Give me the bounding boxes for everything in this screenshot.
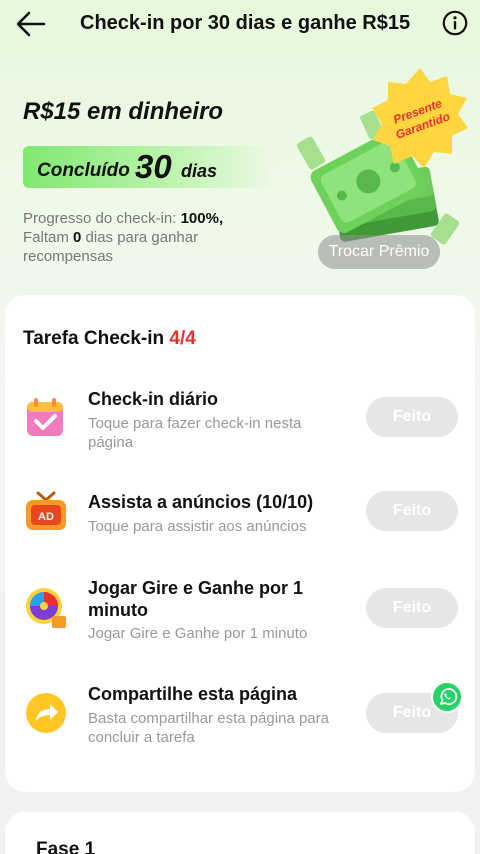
task-card-title: Tarefa Check-in 4/4 <box>23 328 196 350</box>
completed-label: Concluído : <box>37 160 142 181</box>
remaining-days: 0 <box>73 229 82 246</box>
info-icon[interactable] <box>442 10 468 36</box>
progress-label: Progresso do check-in: <box>23 210 177 227</box>
reward-title: R$15 em dinheiro <box>23 98 224 125</box>
exchange-prize-button[interactable]: Trocar Prêmio <box>318 235 440 269</box>
completed-pill: Concluído : 30 dias <box>23 146 273 188</box>
share-arrow-icon <box>26 693 66 733</box>
task-desc: Basta compartilhar esta página para conc… <box>88 710 329 746</box>
back-arrow-icon[interactable] <box>14 8 48 40</box>
phase-title: Fase 1 <box>36 839 96 854</box>
whatsapp-icon[interactable] <box>430 680 464 714</box>
progress-text: Progresso do check-in: 100%, Faltam 0 di… <box>23 209 283 266</box>
task-desc: Toque para fazer check-in nesta página <box>88 415 302 451</box>
task-done-button[interactable]: Feito <box>366 397 458 437</box>
task-name: Jogar Gire e Ganhe por 1 minuto <box>88 578 304 620</box>
task-name: Assista a anúncios (10/10) <box>88 492 314 512</box>
task-card: Tarefa Check-in 4/4 Check-in diário Toqu… <box>5 295 475 792</box>
task-title-text: Tarefa Check-in <box>23 328 165 349</box>
task-done-button[interactable]: Feito <box>366 588 458 628</box>
progress-value: 100%, <box>180 210 224 227</box>
ad-tv-icon: AD <box>26 491 66 530</box>
calendar-check-icon <box>27 398 63 436</box>
top-bar: Check-in por 30 dias e ganhe R$15 <box>0 0 480 48</box>
phase-card: Fase 1 <box>5 812 475 854</box>
guaranteed-gift-badge: Presente Garantido <box>372 68 468 168</box>
task-desc: Jogar Gire e Ganhe por 1 minuto <box>88 625 308 642</box>
task-done-button[interactable]: Feito <box>366 491 458 531</box>
spin-wheel-icon <box>26 588 66 628</box>
task-count: 4/4 <box>169 328 196 349</box>
task-name: Compartilhe esta página <box>88 684 298 704</box>
completed-unit: dias <box>181 161 218 181</box>
completed-days: 30 <box>135 148 172 185</box>
task-desc: Toque para assistir aos anúncios <box>88 518 307 535</box>
remaining-prefix: Faltam <box>23 229 69 246</box>
task-name: Check-in diário <box>88 389 219 409</box>
page-title: Check-in por 30 dias e ganhe R$15 <box>80 12 411 34</box>
svg-text:AD: AD <box>38 511 54 523</box>
